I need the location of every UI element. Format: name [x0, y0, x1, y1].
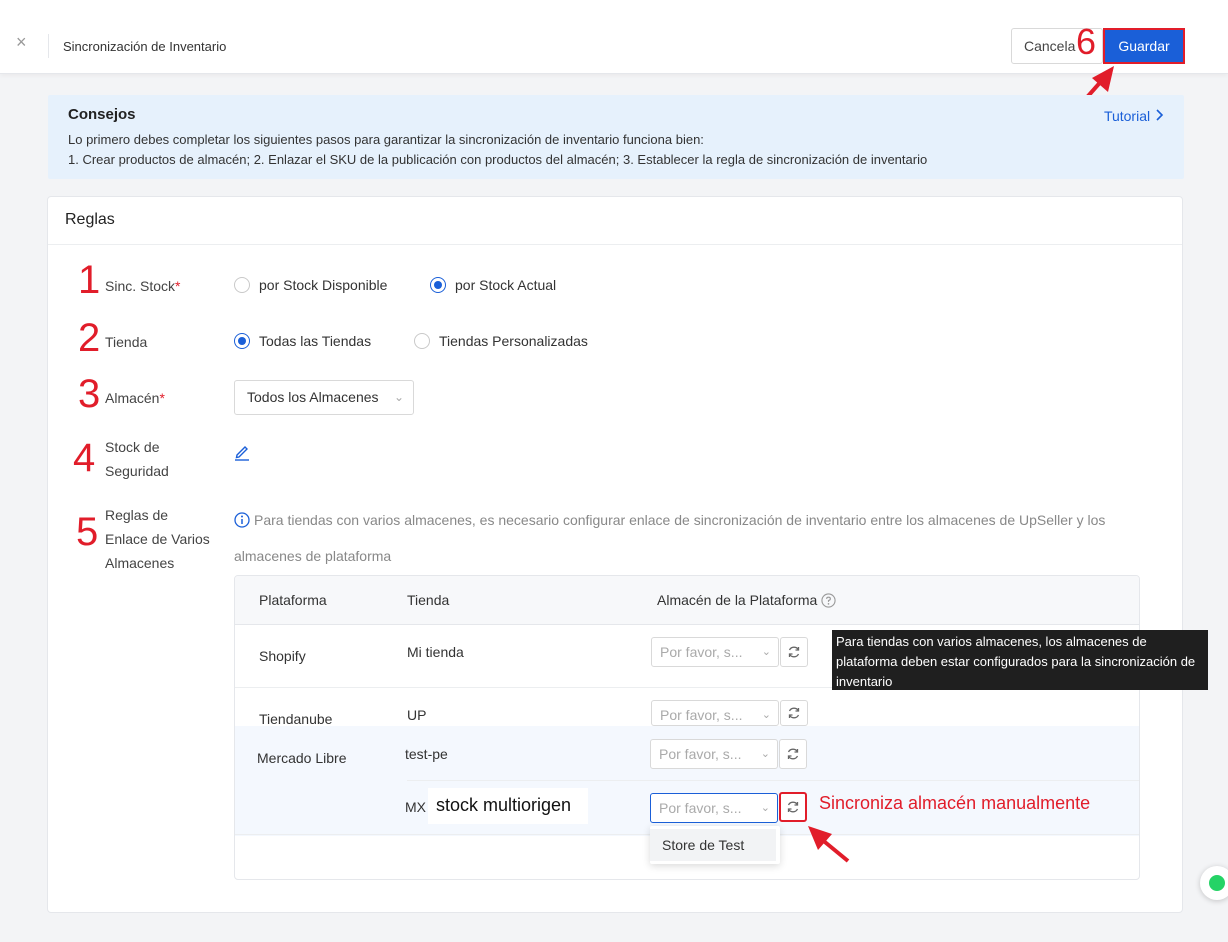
close-icon[interactable]: × — [16, 33, 27, 51]
tips-line-2: 1. Crear productos de almacén; 2. Enlaza… — [68, 152, 928, 167]
chevron-down-icon: ⌄ — [760, 802, 770, 814]
warehouse-label: Almacén* — [105, 390, 165, 406]
safety-stock-label-line1: Stock de — [105, 439, 160, 455]
radio-all-stores[interactable]: Todas las Tiendas — [234, 333, 371, 349]
radio-selected-icon — [234, 333, 250, 349]
rules-title: Reglas — [65, 211, 115, 228]
refresh-icon — [787, 801, 799, 813]
refresh-icon — [787, 748, 799, 760]
chevron-down-icon: ⌄ — [393, 390, 404, 404]
info-text-line1: Para tiendas con varios almacenes, es ne… — [254, 512, 1106, 528]
tutorial-label: Tutorial — [1103, 108, 1151, 124]
select-placeholder: Por favor, s... — [660, 644, 743, 660]
annotation-number-6: 6 — [1076, 21, 1097, 62]
save-button[interactable]: Guardar — [1103, 28, 1185, 64]
card-divider — [48, 244, 1182, 245]
tips-title: Consejos — [68, 106, 136, 123]
annotation-mx-label: stock multiorigen — [436, 795, 572, 815]
tutorial-link[interactable]: Tutorial — [1104, 108, 1164, 124]
chevron-down-icon: ⌄ — [761, 709, 771, 721]
dropdown-option-store-de-test[interactable]: Store de Test — [650, 829, 776, 861]
row-divider — [407, 780, 1139, 781]
edit-icon[interactable] — [234, 443, 250, 461]
annotation-number-4: 4 — [73, 436, 96, 480]
radio-label: por Stock Actual — [455, 277, 557, 293]
warehouse-select-value: Todos los Almacenes — [247, 389, 379, 405]
header-platform-warehouse: Almacén de la Plataforma — [657, 592, 836, 608]
info-text-line2: almacenes de plataforma — [234, 548, 392, 564]
store-label: Tienda — [105, 334, 148, 350]
refresh-button[interactable] — [780, 700, 808, 726]
radio-actual-stock[interactable]: por Stock Actual — [430, 277, 556, 293]
multi-warehouse-info: Para tiendas con varios almacenes, es ne… — [234, 512, 1105, 528]
cell-store-mi-tienda: Mi tienda — [407, 644, 464, 660]
platform-warehouse-select[interactable]: Por favor, s... ⌄ — [651, 700, 779, 726]
cell-store-up: UP — [407, 707, 427, 723]
annotation-sync-label: Sincroniza almacén manualmente — [819, 793, 1091, 813]
radio-circle-icon — [234, 277, 250, 293]
radio-label: Todas las Tiendas — [259, 333, 372, 349]
radio-selected-icon — [430, 277, 446, 293]
sync-stock-label: Sinc. Stock* — [105, 278, 181, 294]
annotation-number-5: 5 — [76, 510, 99, 554]
refresh-icon — [788, 646, 800, 658]
header-divider — [48, 34, 49, 58]
annotation-number-3: 3 — [78, 372, 101, 416]
platform-warehouse-select[interactable]: Por favor, s... ⌄ — [651, 637, 779, 667]
multi-warehouse-label-line3: Almacenes — [105, 555, 175, 571]
annotation-number-2: 2 — [78, 316, 101, 360]
safety-stock-label-line2: Seguridad — [105, 463, 169, 479]
refresh-icon — [788, 707, 800, 719]
cell-platform-tiendanube: Tiendanube — [259, 711, 333, 727]
radio-available-stock[interactable]: por Stock Disponible — [234, 277, 387, 293]
warehouse-dropdown: Store de Test — [650, 826, 780, 864]
annotation-arrow-refresh — [808, 826, 850, 863]
cell-store-test-pe: test-pe — [405, 746, 448, 762]
refresh-button-highlighted[interactable] — [779, 792, 807, 822]
tips-banner: Consejos Lo primero debes completar los … — [48, 95, 1184, 179]
chevron-down-icon: ⌄ — [760, 748, 770, 760]
whatsapp-button[interactable] — [1200, 866, 1228, 900]
header-platform: Plataforma — [259, 592, 327, 608]
refresh-button[interactable] — [780, 637, 808, 667]
multi-warehouse-label-line2: Enlace de Varios — [105, 531, 210, 547]
radio-custom-stores[interactable]: Tiendas Personalizadas — [414, 333, 588, 349]
platform-warehouse-select-open[interactable]: Por favor, s... ⌄ — [650, 793, 778, 823]
platform-warehouse-select[interactable]: Por favor, s... ⌄ — [650, 739, 778, 769]
header-store: Tienda — [407, 592, 450, 608]
warehouse-select[interactable]: Todos los Almacenes ⌄ — [234, 380, 414, 415]
chevron-down-icon: ⌄ — [761, 646, 771, 658]
radio-circle-icon — [414, 333, 430, 349]
annotation-number-1: 1 — [78, 258, 101, 302]
chevron-right-icon — [1156, 109, 1164, 121]
radio-label: por Stock Disponible — [259, 277, 388, 293]
radio-label: Tiendas Personalizadas — [439, 333, 588, 349]
info-icon — [234, 512, 250, 528]
whatsapp-icon — [1209, 875, 1225, 891]
select-placeholder: Por favor, s... — [659, 800, 742, 816]
header-platform-warehouse-label: Almacén de la Plataforma — [657, 592, 818, 608]
page-title: Sincronización de Inventario — [63, 39, 227, 54]
select-placeholder: Por favor, s... — [659, 746, 742, 762]
required-mark: * — [175, 278, 181, 294]
multi-warehouse-label-line1: Reglas de — [105, 507, 169, 523]
select-placeholder: Por favor, s... — [660, 707, 743, 723]
cell-platform-shopify: Shopify — [259, 648, 306, 664]
tips-line-1: Lo primero debes completar los siguiente… — [68, 132, 704, 147]
cell-platform-mercado-libre: Mercado Libre — [257, 750, 347, 766]
table-header: Plataforma Tienda Almacén de la Platafor… — [235, 576, 1139, 625]
page-header: × Sincronización de Inventario Cancela G… — [0, 0, 1228, 74]
refresh-button[interactable] — [779, 739, 807, 769]
cell-store-mx: MX — [405, 799, 426, 815]
required-mark: * — [159, 390, 165, 406]
tooltip: Para tiendas con varios almacenes, los a… — [832, 630, 1208, 690]
help-icon[interactable] — [821, 592, 836, 608]
